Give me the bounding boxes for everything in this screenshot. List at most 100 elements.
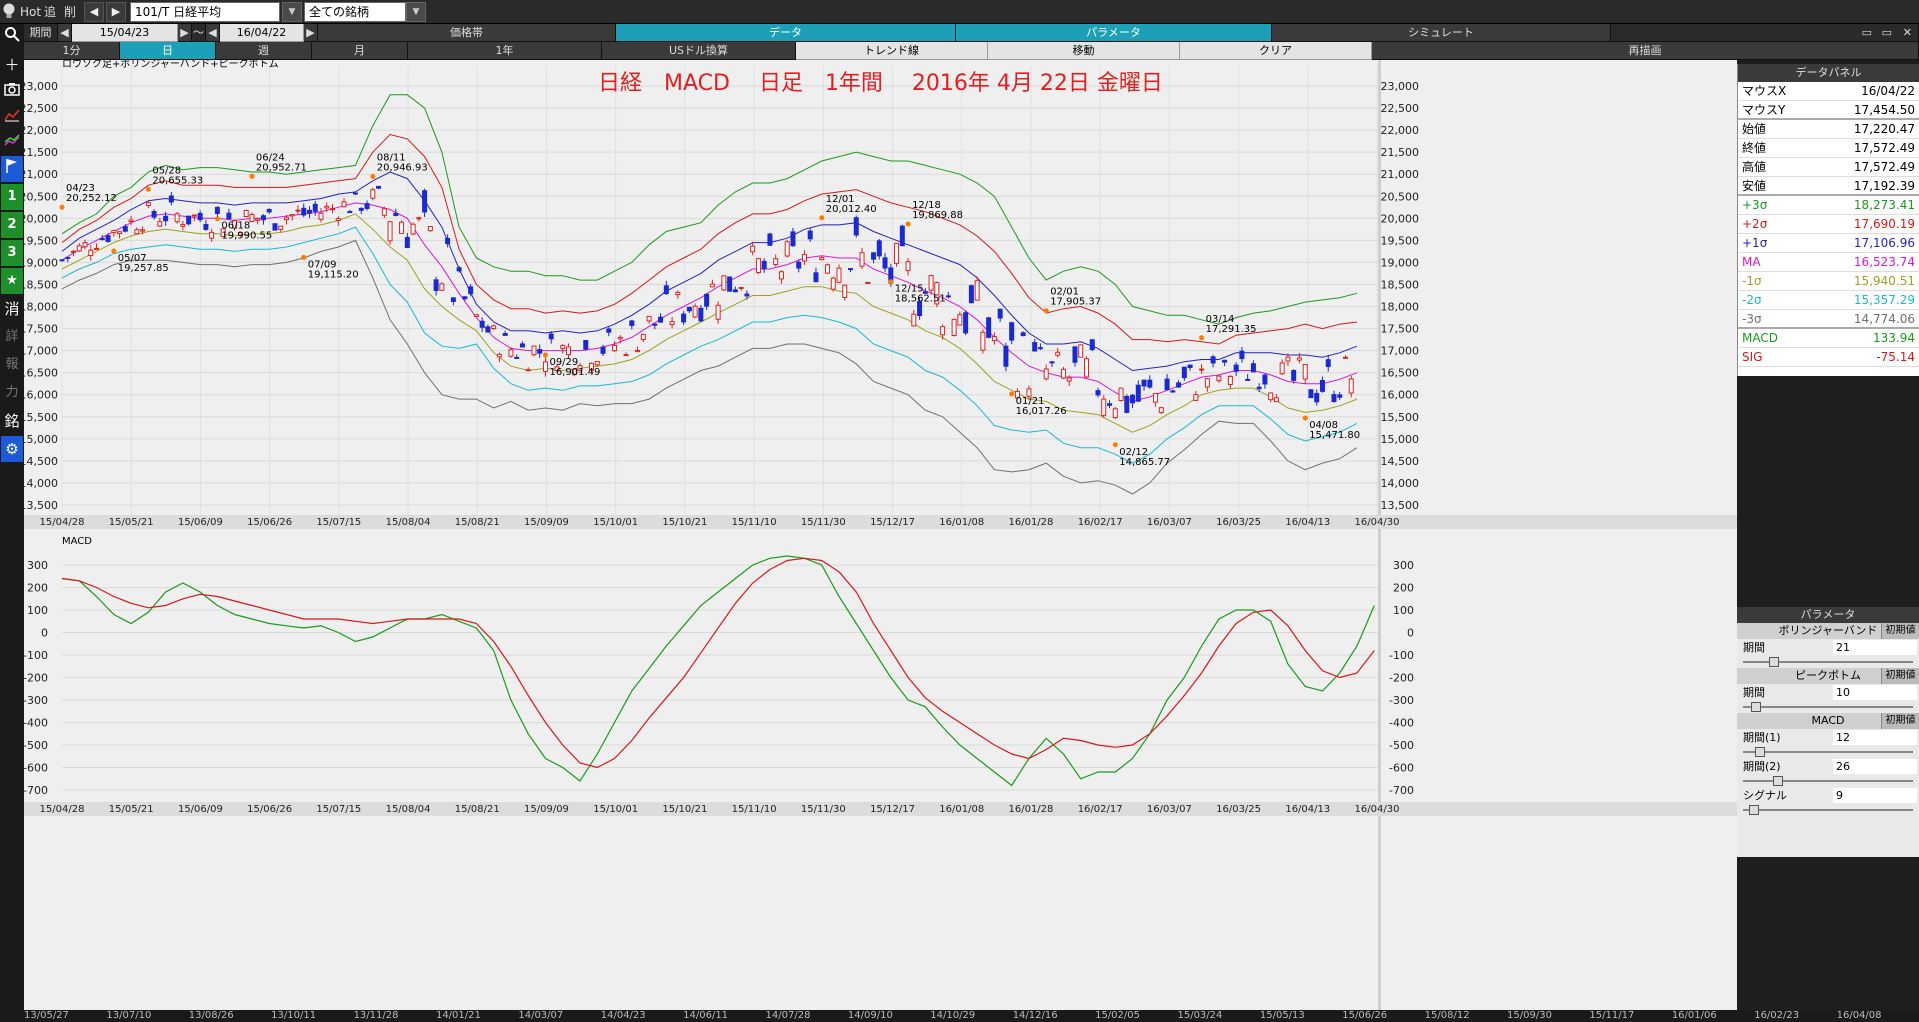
symbol-field[interactable]: 101/T 日経平均 — [130, 2, 280, 22]
tab-move[interactable]: 移動 — [988, 42, 1180, 60]
preset-3-button[interactable]: 3 — [1, 240, 23, 266]
date-to-next-button[interactable]: ▶ — [304, 24, 318, 42]
universe-field[interactable]: 全ての銘柄 — [304, 2, 406, 22]
tab-trendline[interactable]: トレンド線 — [796, 42, 988, 60]
candle-body — [1009, 322, 1015, 341]
tab-daily[interactable]: 日 — [120, 42, 216, 60]
lightbulb-icon[interactable] — [2, 2, 18, 22]
macd-date-tick-label: 15/07/15 — [316, 804, 361, 815]
candle-body — [790, 231, 796, 247]
candle-body — [1101, 398, 1107, 416]
plus-icon[interactable]: ＋ — [1, 52, 23, 78]
date-from-prev-button[interactable]: ◀ — [58, 24, 72, 42]
tab-1year[interactable]: 1年 — [408, 42, 602, 60]
minimize-icon[interactable]: ▭ — [1862, 24, 1872, 41]
add-button[interactable]: 追 — [44, 2, 62, 22]
candle-body — [911, 313, 917, 327]
candle-body — [980, 331, 986, 351]
data-row-value: 16/04/22 — [1861, 84, 1915, 98]
stock-button[interactable]: 銘 — [1, 408, 23, 434]
macd-tick-label: 200 — [27, 582, 48, 595]
macd-date-tick-label: 15/04/28 — [40, 804, 85, 815]
macd-signal-row: シグナル 9 — [1737, 787, 1919, 804]
macd-date-tick-label: 15/11/30 — [801, 804, 846, 815]
search-icon[interactable] — [1, 24, 23, 50]
parameter-panel-title: パラメータ — [1737, 607, 1919, 623]
macd-period2-slider[interactable] — [1737, 775, 1919, 787]
price-tick-label-right: 19,500 — [1381, 234, 1420, 247]
timeline-date-label: 15/09/30 — [1507, 1010, 1552, 1021]
macd-reset-button[interactable]: 初期値 — [1881, 713, 1919, 729]
tab-clear[interactable]: クリア — [1180, 42, 1372, 60]
data-row: -3σ 14,774.06 — [1738, 310, 1919, 329]
erase-button[interactable]: 消 — [1, 296, 23, 322]
next-symbol-button[interactable]: ▶ — [106, 2, 126, 22]
macd-period2-input[interactable]: 26 — [1833, 759, 1917, 774]
force-button[interactable]: 力 — [1, 380, 23, 406]
maximize-icon[interactable]: ▭ — [1882, 24, 1892, 41]
peak-value-label: 18,562.51 — [895, 294, 946, 305]
peakbottom-period-input[interactable]: 10 — [1833, 685, 1917, 700]
candle-body — [997, 308, 1003, 319]
tab-monthly[interactable]: 月 — [312, 42, 408, 60]
macd-period1-row: 期間(1) 12 — [1737, 729, 1919, 746]
preset-1-button[interactable]: 1 — [1, 184, 23, 210]
tab-weekly[interactable]: 週 — [216, 42, 312, 60]
macd-tick-label-right: -700 — [1389, 784, 1414, 797]
tab-simulate[interactable]: シミュレート — [1272, 24, 1611, 42]
peakbottom-reset-button[interactable]: 初期値 — [1881, 668, 1919, 684]
tab-redraw[interactable]: 再描画 — [1372, 42, 1919, 60]
macd-signal-slider[interactable] — [1737, 804, 1919, 816]
candle-body — [353, 192, 359, 195]
preset-2-button[interactable]: 2 — [1, 212, 23, 238]
candle-body — [485, 326, 491, 333]
chart-area[interactable]: 23,000 23,000 22,500 22,500 22,000 22,000 21,5… — [24, 60, 1737, 1015]
macd-tick-label: 0 — [41, 627, 48, 640]
hot-button[interactable]: Hot — [20, 2, 42, 22]
gear-icon[interactable]: ⚙ — [1, 436, 23, 462]
data-row-value: 15,940.51 — [1853, 274, 1915, 288]
camera-icon[interactable] — [1, 78, 23, 104]
candle-body — [445, 238, 451, 245]
data-row-label: -2σ — [1742, 293, 1762, 307]
star-icon[interactable]: ★ — [1, 268, 23, 294]
data-row: -2σ 15,357.29 — [1738, 291, 1919, 310]
peakbottom-period-slider[interactable] — [1737, 701, 1919, 713]
report-button[interactable]: 報 — [1, 352, 23, 378]
date-to-prev-button[interactable]: ◀ — [206, 24, 220, 42]
universe-dropdown-icon[interactable]: ▼ — [406, 2, 426, 22]
date-from-input[interactable]: 15/04/23 — [72, 24, 178, 42]
date-from-next-button[interactable]: ▶ — [178, 24, 192, 42]
macd-signal-input[interactable]: 9 — [1833, 788, 1917, 803]
tab-price-band[interactable]: 価格帯 — [318, 24, 616, 42]
candle-body — [111, 230, 117, 234]
tab-usd[interactable]: USドル換算 — [602, 42, 796, 60]
bollinger-reset-button[interactable]: 初期値 — [1881, 623, 1919, 639]
flag-icon[interactable] — [1, 156, 23, 182]
detail-button[interactable]: 詳 — [1, 324, 23, 350]
prev-symbol-button[interactable]: ◀ — [84, 2, 104, 22]
data-row-value: 16,523.74 — [1853, 255, 1915, 269]
multi-line-icon[interactable] — [1, 130, 23, 156]
macd-period1-slider[interactable] — [1737, 746, 1919, 758]
symbol-dropdown-icon[interactable]: ▼ — [282, 2, 302, 22]
close-icon[interactable]: ✕ — [1903, 24, 1912, 41]
candle-body — [721, 275, 727, 291]
tab-data[interactable]: データ — [616, 24, 956, 42]
timeline-strip[interactable]: 13/05/27 13/07/10 13/08/26 13/10/11 13/11/28… — [24, 1010, 1919, 1022]
line-chart-icon[interactable] — [1, 104, 23, 130]
data-row-value: 17,192.39 — [1853, 179, 1915, 193]
tab-1min[interactable]: 1分 — [24, 42, 120, 60]
date-to-input[interactable]: 16/04/22 — [220, 24, 304, 42]
bollinger-period-input[interactable]: 21 — [1833, 640, 1917, 655]
bollinger-period-slider[interactable] — [1737, 656, 1919, 668]
macd-tick-label-right: -600 — [1389, 762, 1414, 775]
candle-body — [1210, 356, 1216, 364]
macd-period1-input[interactable]: 12 — [1833, 730, 1917, 745]
timeline-date-label: 13/11/28 — [353, 1010, 399, 1021]
tab-row-2: 1分 日 週 月 1年 USドル換算 トレンド線 移動 クリア 再描画 — [24, 42, 1919, 60]
peak-value-label: 20,655.33 — [152, 175, 203, 186]
tab-parameter[interactable]: パラメータ — [956, 24, 1272, 42]
delete-button[interactable]: 削 — [64, 2, 82, 22]
date-tick-label: 15/09/09 — [524, 517, 569, 528]
